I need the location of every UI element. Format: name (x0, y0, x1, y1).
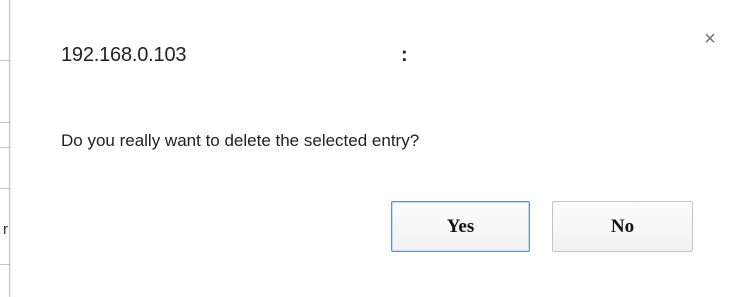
background-divider (0, 264, 10, 265)
background-divider (0, 60, 10, 61)
yes-button[interactable]: Yes (391, 201, 530, 252)
background-divider (0, 188, 10, 189)
close-icon[interactable]: × (699, 28, 721, 50)
dialog-origin-title: 192.168.0.103 (61, 44, 187, 66)
dialog-origin-colon: : (401, 44, 408, 66)
background-page-edge: r (0, 0, 10, 297)
no-button[interactable]: No (552, 201, 693, 252)
background-divider (0, 122, 10, 123)
dialog-message: Do you really want to delete the selecte… (61, 131, 420, 150)
confirm-dialog: 192.168.0.103 : × Do you really want to … (11, 0, 731, 297)
background-text-fragment: r (3, 221, 8, 238)
page: r 192.168.0.103 : × Do you really want t… (0, 0, 731, 297)
background-divider (0, 147, 10, 148)
